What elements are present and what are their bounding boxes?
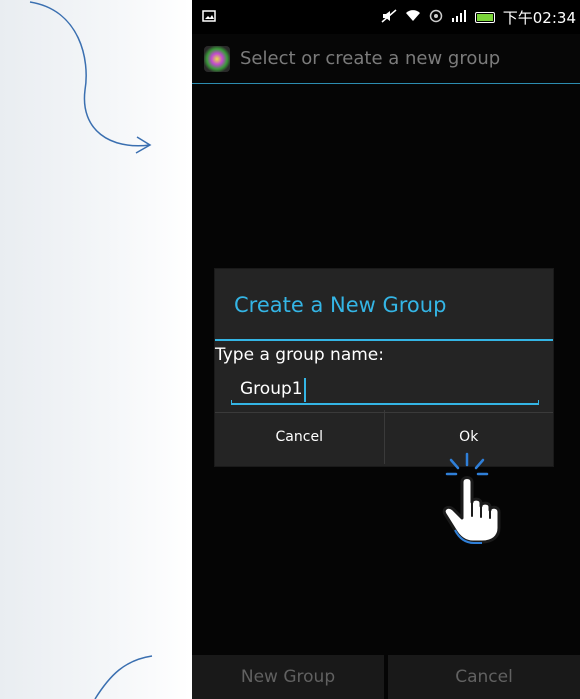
action-bar-title: Select or create a new group [240, 48, 501, 69]
annotation-arrows [29, 1, 153, 699]
group-name-value: Group1 [240, 379, 303, 399]
input-underline [231, 400, 539, 405]
text-cursor [304, 378, 306, 402]
phone-screen: 下午02:34 Select or create a new group Cre… [192, 0, 580, 699]
mute-icon [381, 8, 397, 26]
sync-icon [429, 9, 443, 26]
status-bar: 下午02:34 [192, 0, 580, 34]
signal-icon [451, 9, 467, 25]
wifi-icon [405, 9, 421, 25]
app-logo-icon [204, 45, 230, 72]
status-time: 下午02:34 [502, 8, 576, 27]
new-group-button[interactable]: New Group [192, 655, 384, 699]
picture-icon [202, 9, 216, 25]
group-name-input[interactable]: Group1 [231, 375, 539, 405]
create-group-dialog: Create a New Group Type a group name: Gr… [215, 269, 553, 466]
group-name-label: Type a group name: [215, 345, 384, 365]
dialog-cancel-button[interactable]: Cancel [215, 410, 384, 464]
bottom-cancel-button[interactable]: Cancel [388, 655, 580, 699]
bottom-button-bar: New Group Cancel [192, 655, 580, 699]
tap-hand-icon [442, 452, 501, 544]
dialog-title-divider [215, 339, 553, 341]
dialog-title: Create a New Group [234, 293, 447, 317]
action-bar: Select or create a new group [192, 34, 580, 84]
battery-icon [474, 11, 495, 23]
